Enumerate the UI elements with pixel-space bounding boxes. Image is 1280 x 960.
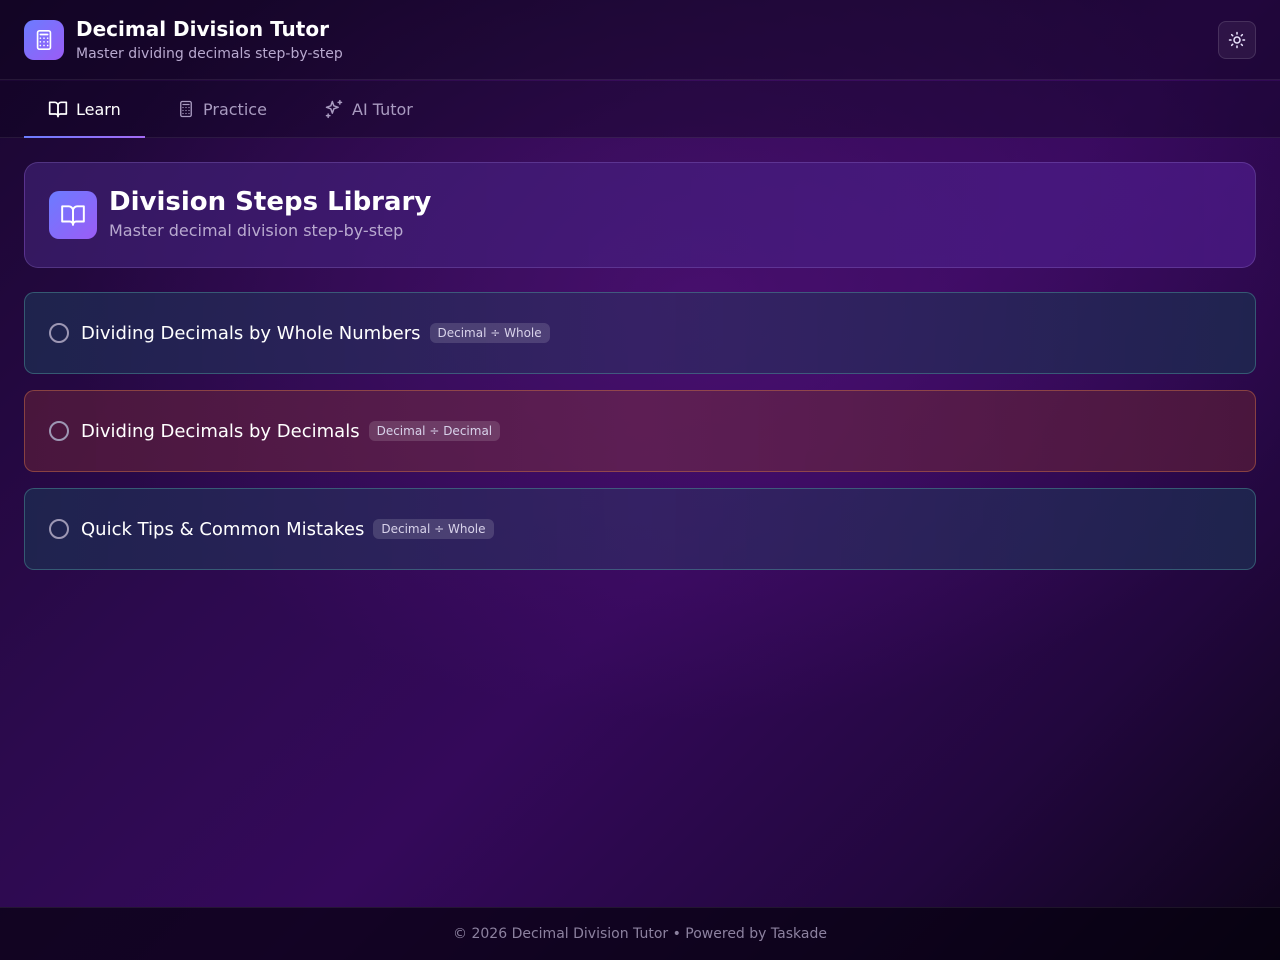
footer-text: © 2026 Decimal Division Tutor • Powered … xyxy=(453,926,827,942)
tab-label: Learn xyxy=(76,99,121,119)
tab-practice[interactable]: Practice xyxy=(153,81,291,137)
topic-title: Quick Tips & Common Mistakes xyxy=(81,518,365,540)
topic-badge: Decimal ÷ Whole xyxy=(429,323,550,343)
book-open-icon xyxy=(49,191,97,239)
calculator-icon xyxy=(180,100,192,118)
tab-label: AI Tutor xyxy=(352,99,413,119)
app-header: Decimal Division Tutor Master dividing d… xyxy=(0,0,1280,80)
library-header-card: Division Steps Library Master decimal di… xyxy=(24,162,1256,268)
completion-radio[interactable] xyxy=(49,519,69,539)
completion-radio[interactable] xyxy=(49,323,69,343)
topic-card[interactable]: Dividing Decimals by Whole Numbers Decim… xyxy=(24,292,1256,374)
topic-title: Dividing Decimals by Whole Numbers xyxy=(81,322,421,344)
app-title: Decimal Division Tutor xyxy=(76,17,329,41)
book-open-icon xyxy=(48,101,68,118)
tab-learn[interactable]: Learn xyxy=(24,81,145,138)
app-subtitle: Master dividing decimals step-by-step xyxy=(76,46,343,62)
topic-title: Dividing Decimals by Decimals xyxy=(81,420,360,442)
theme-toggle-button[interactable] xyxy=(1218,21,1256,59)
tab-ai-tutor[interactable]: AI Tutor xyxy=(300,81,437,137)
completion-radio[interactable] xyxy=(49,421,69,441)
sun-icon xyxy=(1228,31,1246,49)
topic-card[interactable]: Dividing Decimals by Decimals Decimal ÷ … xyxy=(24,390,1256,472)
library-title: Division Steps Library xyxy=(109,187,432,217)
footer: © 2026 Decimal Division Tutor • Powered … xyxy=(0,907,1280,960)
sparkles-icon xyxy=(325,99,343,119)
tab-bar: Learn Practice AI Tutor xyxy=(0,81,1280,138)
topic-badge: Decimal ÷ Whole xyxy=(373,519,494,539)
topic-card[interactable]: Quick Tips & Common Mistakes Decimal ÷ W… xyxy=(24,488,1256,570)
calculator-icon xyxy=(24,20,64,60)
library-subtitle: Master decimal division step-by-step xyxy=(109,221,404,240)
topic-badge: Decimal ÷ Decimal xyxy=(368,421,501,441)
tab-label: Practice xyxy=(203,99,267,119)
